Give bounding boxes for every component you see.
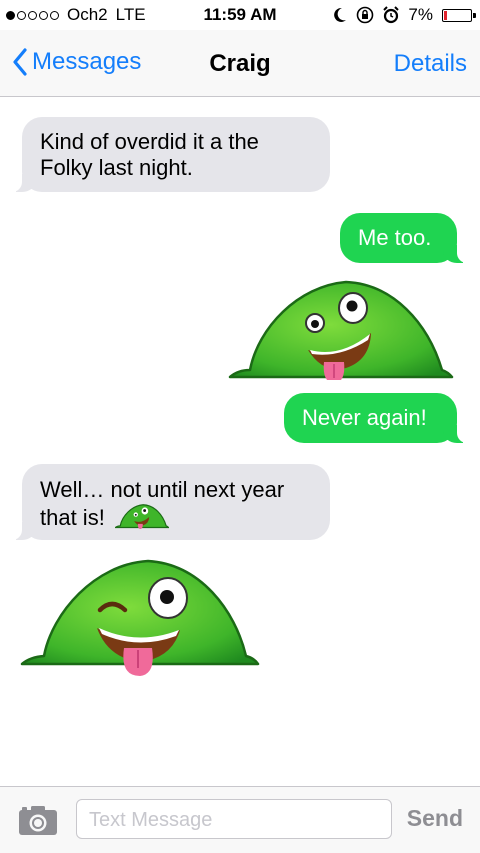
message-bubble-outgoing[interactable]: Never again! (284, 393, 467, 443)
message-text: Me too. (358, 225, 432, 250)
alarm-icon (383, 6, 400, 24)
green-blob-tongue-sticker (113, 504, 170, 530)
message-bubble-outgoing[interactable]: Me too. (340, 213, 467, 263)
message-text-field[interactable]: Text Message (76, 799, 392, 839)
message-bubble-incoming[interactable]: Kind of overdid it a the Folky last nigh… (12, 117, 330, 192)
message-text-line: Kind of overdid it a the (40, 129, 259, 154)
message-text-line: Well… not until next year (40, 477, 285, 502)
moon-icon (334, 7, 347, 22)
status-right: 7% (333, 5, 476, 25)
battery-icon (442, 8, 476, 22)
navigation-bar: Messages Craig Details (0, 30, 480, 97)
message-text-line: that is! (40, 505, 105, 530)
camera-icon[interactable] (18, 804, 58, 836)
message-text: Never again! (302, 405, 427, 430)
details-button[interactable]: Details (394, 50, 467, 78)
status-bar: Och2 LTE 11:59 AM 7% (0, 0, 480, 30)
battery-percent: 7% (408, 5, 433, 24)
send-button[interactable]: Send (407, 805, 463, 832)
message-text-placeholder: Text Message (89, 809, 213, 831)
message-bubble-incoming[interactable]: Well… not until next year that is! (12, 464, 330, 540)
message-text-line: Folky last night. (40, 155, 193, 180)
green-blob-tongue-sticker[interactable] (228, 278, 454, 380)
rotation-lock-icon (357, 6, 374, 24)
message-input-bar: Text Message Send (0, 786, 480, 853)
green-blob-wink-sticker[interactable] (20, 558, 260, 676)
